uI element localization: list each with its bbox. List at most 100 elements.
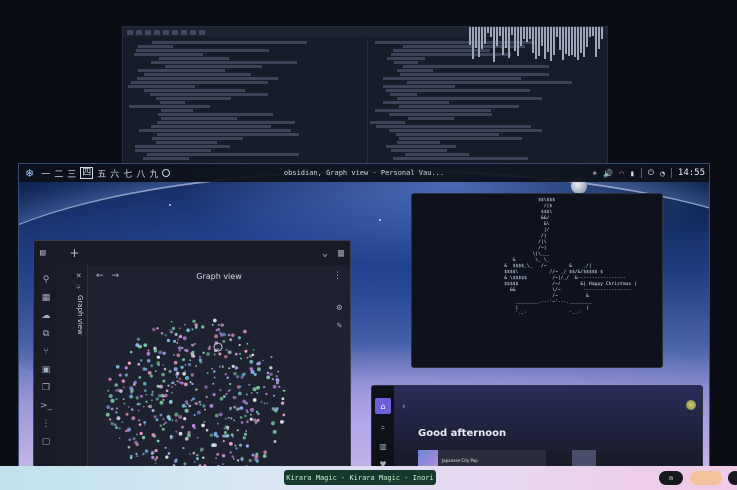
edge-pill[interactable] [728, 471, 737, 485]
graph-node[interactable] [184, 400, 189, 404]
graph-node[interactable] [235, 447, 238, 450]
graph-node[interactable] [155, 418, 159, 422]
graph-node[interactable] [235, 408, 238, 411]
graph-node[interactable] [173, 367, 178, 372]
graph-node[interactable] [217, 323, 220, 327]
graph-node[interactable] [173, 339, 177, 343]
graph-node[interactable] [256, 418, 260, 422]
graph-node[interactable] [233, 458, 235, 460]
graph-node[interactable] [236, 375, 240, 379]
graph-node[interactable] [215, 457, 217, 459]
graph-node[interactable] [238, 343, 241, 347]
graph-node[interactable] [252, 348, 255, 351]
graph-node[interactable] [193, 355, 196, 358]
graph-node[interactable] [229, 408, 232, 411]
graph-node[interactable] [246, 411, 249, 413]
graph-node[interactable] [225, 393, 228, 395]
graph-node[interactable] [196, 436, 199, 439]
graph-node[interactable] [170, 320, 173, 323]
graph-node[interactable] [123, 402, 126, 405]
graph-node[interactable] [231, 455, 235, 458]
graph-node[interactable] [181, 425, 184, 429]
graph-node[interactable] [165, 455, 169, 459]
graph-node[interactable] [173, 360, 178, 365]
new-tab-button[interactable]: + [69, 246, 79, 260]
graph-node[interactable] [147, 359, 151, 363]
graph-node[interactable] [192, 319, 196, 323]
graph-node[interactable] [253, 457, 258, 461]
graph-node[interactable] [190, 373, 195, 377]
graph-node[interactable] [202, 456, 205, 459]
graph-node[interactable] [121, 421, 124, 424]
graph-node[interactable] [196, 454, 199, 457]
graph-node[interactable] [225, 349, 228, 351]
cloud-icon[interactable]: ☁ [42, 311, 51, 321]
graph-node[interactable] [161, 427, 165, 431]
graph-node[interactable] [226, 428, 229, 431]
graph-node[interactable] [248, 458, 252, 463]
graph-node[interactable] [234, 352, 238, 356]
graph-node[interactable] [169, 399, 173, 403]
graph-node[interactable] [212, 318, 217, 323]
graph-node[interactable] [201, 325, 205, 329]
graph-node[interactable] [224, 417, 227, 420]
graph-node[interactable] [189, 359, 192, 362]
graph-node[interactable] [213, 376, 216, 379]
graph-node[interactable] [282, 413, 286, 417]
workspace-7[interactable]: 七 [123, 167, 132, 180]
workspace-6[interactable]: 六 [110, 167, 119, 180]
graph-node[interactable] [242, 436, 246, 440]
graph-node[interactable] [196, 457, 199, 461]
graph-node[interactable] [187, 362, 192, 367]
graph-node[interactable] [110, 407, 114, 411]
graph-node[interactable] [272, 429, 277, 434]
graph-node[interactable] [223, 431, 227, 434]
graph-node[interactable] [130, 457, 132, 460]
graph-node[interactable] [273, 394, 276, 397]
graph-node[interactable] [244, 349, 248, 353]
graph-node[interactable] [240, 357, 242, 360]
graph-node[interactable] [110, 422, 114, 426]
graph-node[interactable] [151, 399, 153, 402]
graph-node[interactable] [170, 330, 173, 334]
graph-node[interactable] [147, 371, 152, 375]
graph-node[interactable] [231, 364, 235, 368]
graph-node[interactable] [144, 424, 146, 426]
theme-icon[interactable]: ◔ [660, 169, 665, 178]
graph-node[interactable] [205, 428, 209, 432]
calendar-icon[interactable]: ▣ [42, 365, 51, 375]
graph-node[interactable] [172, 353, 175, 356]
graph-node[interactable] [194, 402, 198, 405]
graph-node[interactable] [171, 386, 174, 388]
graph-node[interactable] [183, 417, 187, 421]
graph-node[interactable] [211, 443, 215, 448]
graph-node[interactable] [159, 413, 163, 417]
graph-node[interactable] [228, 389, 231, 392]
graph-node[interactable] [137, 402, 141, 406]
graph-node[interactable] [168, 369, 172, 373]
graph-node[interactable] [273, 440, 277, 443]
graph-node[interactable] [161, 372, 165, 377]
graph-node[interactable] [227, 416, 230, 419]
graph-node[interactable] [127, 427, 132, 432]
graph-node[interactable] [167, 384, 170, 387]
graph-node[interactable] [243, 329, 247, 334]
graph-node[interactable] [248, 383, 251, 386]
graph-node[interactable] [233, 372, 237, 376]
graph-node[interactable] [220, 323, 224, 327]
library-icon[interactable]: ▥ [379, 442, 387, 451]
graph-node[interactable] [229, 451, 232, 454]
graph-node[interactable] [129, 386, 134, 391]
graph-node[interactable] [243, 372, 246, 376]
graph-node[interactable] [249, 359, 254, 364]
graph-node[interactable] [222, 434, 226, 438]
graph-node[interactable] [222, 439, 225, 443]
graph-node[interactable] [263, 402, 266, 405]
graph-node[interactable] [239, 443, 242, 447]
graph-node[interactable] [115, 365, 120, 369]
graph-node[interactable] [251, 353, 255, 357]
graph-node[interactable] [135, 396, 139, 400]
graph-node[interactable] [176, 380, 179, 383]
graph-node[interactable] [184, 364, 187, 366]
workspace-2[interactable]: 二 [54, 167, 63, 180]
